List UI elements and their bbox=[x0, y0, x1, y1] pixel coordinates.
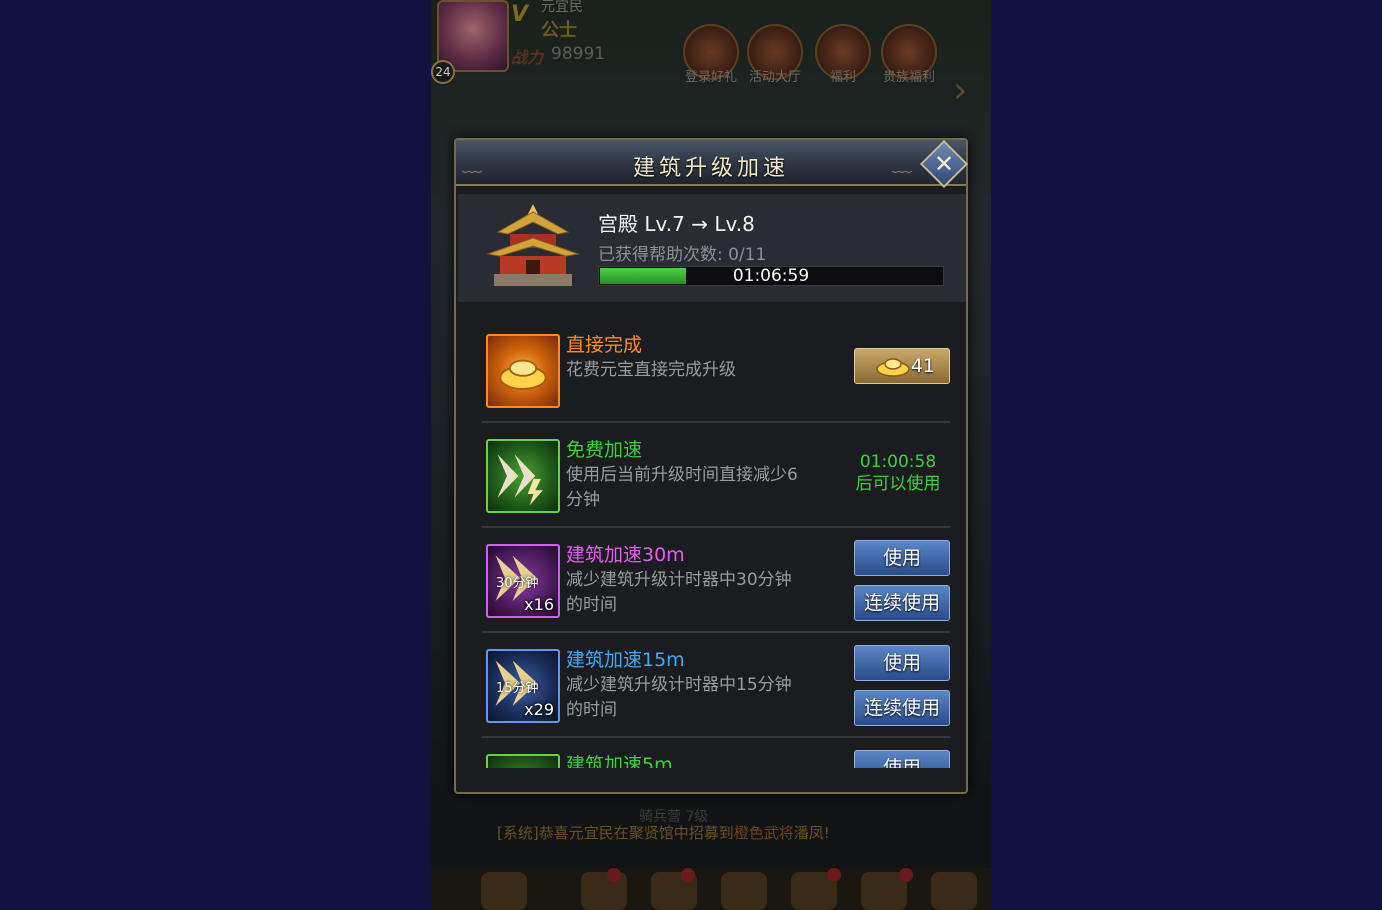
player-level-badge: 24 bbox=[431, 60, 455, 84]
cooldown-time: 01:00:58 bbox=[859, 452, 937, 472]
gold-cost: 41 bbox=[910, 355, 935, 377]
notification-dot-icon bbox=[607, 868, 621, 882]
item-name: 免费加速 bbox=[566, 439, 643, 461]
upgrade-timer: 01:06:59 bbox=[732, 266, 810, 286]
dialog-title: 建筑升级加速 bbox=[632, 156, 789, 181]
multi-use-button[interactable]: 连续使用 bbox=[854, 690, 950, 726]
power-label: 战力 bbox=[511, 48, 544, 67]
dialog-header: ﹏ 建筑升级加速 ﹏ bbox=[456, 140, 966, 186]
chevron-right-icon[interactable]: › bbox=[953, 70, 967, 111]
item-description: 减少建筑升级计时器中30分钟的时间 bbox=[566, 570, 792, 615]
speedup-dialog: ﹏ 建筑升级加速 ﹏ 宫殿 Lv.7 → Lv.8 已获得帮助次数: 0/11 … bbox=[454, 138, 968, 794]
palace-icon bbox=[486, 204, 580, 286]
login-gift-label: 登录好礼 bbox=[684, 70, 737, 85]
item-quantity: x16 bbox=[524, 595, 554, 614]
gold-ingot-graphic bbox=[499, 359, 547, 390]
help-count: 已获得帮助次数: 0/11 bbox=[598, 245, 767, 265]
list-item-speedup-15m: 15分钟 x29 建筑加速15m 减少建筑升级计时器中15分钟的时间 使用 连续… bbox=[482, 633, 950, 738]
multi-use-button[interactable]: 连续使用 bbox=[854, 585, 950, 621]
list-item-free-speedup: 免费加速 使用后当前升级时间直接减少6分钟 01:00:58 后可以使用 bbox=[482, 423, 950, 528]
gold-ingot-icon bbox=[876, 358, 910, 377]
noble-welfare-label: 贵族福利 bbox=[882, 70, 935, 85]
building-name: 宫殿 Lv.7 → Lv.8 bbox=[598, 212, 755, 236]
system-message: [系统]恭喜元宜民在聚贤馆中招募到橙色武将潘凤! bbox=[497, 822, 830, 843]
speedup-5m-icon bbox=[486, 754, 560, 768]
list-item-speedup-5m: 建筑加速5m 使用 bbox=[482, 738, 950, 768]
close-button[interactable]: ✕ bbox=[918, 138, 970, 190]
list-item-speedup-30m: 30分钟 x16 建筑加速30m 减少建筑升级计时器中30分钟的时间 使用 连续… bbox=[482, 528, 950, 633]
list-item-instant-finish: 直接完成 花费元宝直接完成升级 41 bbox=[482, 318, 950, 423]
activity-hall-label: 活动大厅 bbox=[748, 70, 801, 85]
vip-badge[interactable]: V bbox=[511, 2, 528, 27]
speedup-30m-icon: 30分钟 x16 bbox=[486, 544, 560, 618]
wave-ornament-icon: ﹏ bbox=[892, 152, 912, 176]
upgrade-progress-bar: 01:06:59 bbox=[598, 266, 944, 286]
cooldown-text: 后可以使用 bbox=[855, 474, 941, 494]
item-name: 建筑加速5m bbox=[566, 754, 673, 768]
item-description: 减少建筑升级计时器中15分钟的时间 bbox=[566, 675, 792, 720]
icon-duration-label: 15分钟 bbox=[496, 681, 539, 696]
speedup-arrow-graphic bbox=[497, 454, 543, 506]
instant-finish-button[interactable]: 41 bbox=[854, 348, 950, 384]
speedup-arrow-icon bbox=[486, 439, 560, 513]
use-button[interactable]: 使用 bbox=[854, 750, 950, 768]
close-icon: ✕ bbox=[933, 150, 955, 178]
item-description: 使用后当前升级时间直接减少6分钟 bbox=[566, 465, 798, 510]
gold-ingot-icon bbox=[486, 334, 560, 408]
notification-dot-icon bbox=[899, 868, 913, 882]
system-message-prefix: [系统]恭喜元宜民在聚贤馆中招募到 bbox=[497, 824, 734, 842]
player-title: 公士 bbox=[541, 20, 577, 41]
icon-duration-label: 30分钟 bbox=[496, 576, 539, 591]
system-message-highlight: 橙色武将 bbox=[733, 824, 794, 842]
power-value: 98991 bbox=[551, 44, 606, 64]
bottom-menu-icon[interactable] bbox=[931, 872, 977, 910]
welfare-label: 福利 bbox=[829, 70, 856, 85]
bottom-menu-icon[interactable] bbox=[481, 872, 527, 910]
item-quantity: x29 bbox=[524, 700, 554, 719]
notification-dot-icon bbox=[827, 868, 841, 882]
speedup-item-list[interactable]: 直接完成 花费元宝直接完成升级 41 免费加速 使用后当前升级时间直接减少6分钟… bbox=[458, 310, 966, 768]
free-speedup-cooldown: 01:00:58 后可以使用 bbox=[848, 451, 948, 495]
player-name: 元宜民 bbox=[541, 0, 583, 15]
building-info: 宫殿 Lv.7 → Lv.8 已获得帮助次数: 0/11 01:06:59 bbox=[458, 194, 966, 302]
speedup-15m-icon: 15分钟 x29 bbox=[486, 649, 560, 723]
use-button[interactable]: 使用 bbox=[854, 645, 950, 681]
use-button[interactable]: 使用 bbox=[854, 540, 950, 576]
item-description: 花费元宝直接完成升级 bbox=[566, 360, 736, 380]
item-name: 建筑加速30m bbox=[566, 544, 685, 566]
bottom-menu-icon[interactable] bbox=[721, 872, 767, 910]
notification-dot-icon bbox=[681, 868, 695, 882]
item-name: 直接完成 bbox=[566, 334, 643, 356]
item-name: 建筑加速15m bbox=[566, 649, 685, 671]
system-message-suffix: 潘凤! bbox=[793, 824, 830, 842]
